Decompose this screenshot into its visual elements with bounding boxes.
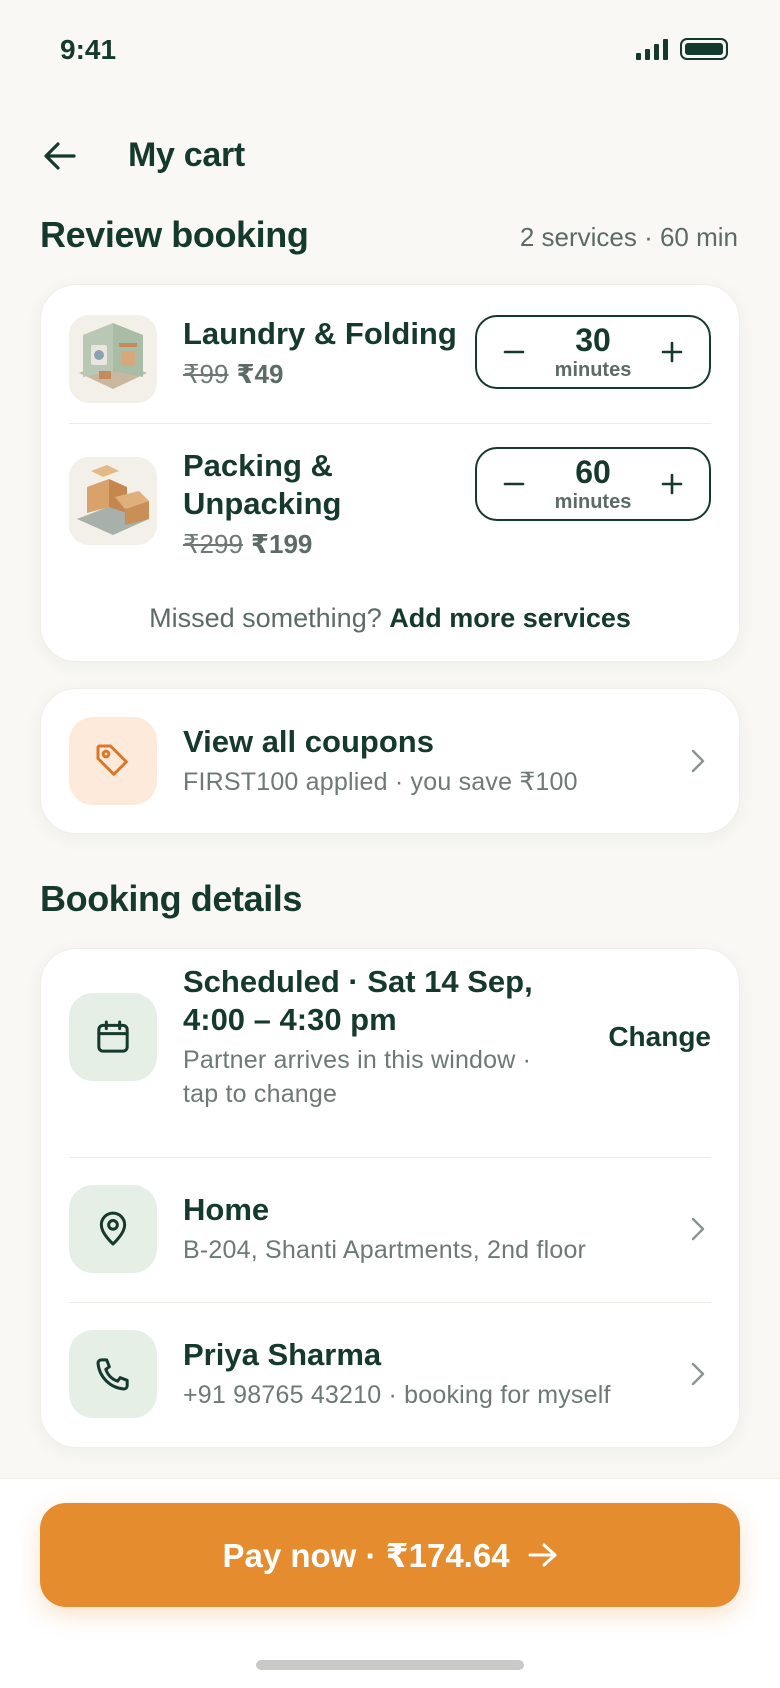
review-summary: 2 services · 60 min [519,222,738,252]
duration-unit: minutes [554,359,632,381]
battery-icon [680,38,728,60]
service-name: Laundry & Folding [183,316,457,351]
details-section-title: Booking details [40,878,303,919]
chevron-right-icon [685,1361,711,1387]
address-row[interactable]: Home B-204, Shanti Apartments, 2nd floor [69,1185,711,1273]
calendar-icon [97,1020,129,1053]
coupon-tile [69,717,157,805]
minus-icon [503,350,525,354]
coupon-status: FIRST100 applied · you save ₹100 [183,768,578,796]
minus-icon [503,482,525,486]
service-item: Laundry & Folding ₹99 ₹49 30 minutes [69,315,711,403]
contact-subtitle: +91 98765 43210 · booking for myself [183,1381,611,1409]
arrow-right-icon [528,1543,557,1567]
arrow-left-icon [44,142,76,170]
coupons-title: View all coupons [183,724,434,759]
divider [69,423,711,424]
decrease-button[interactable] [499,469,529,499]
laundry-thumbnail [69,315,157,403]
add-more-prompt: Missed something? Add more services [41,603,739,634]
discounted-price: ₹199 [250,529,313,559]
contact-tile [69,1330,157,1418]
home-indicator [256,1660,524,1670]
service-item: Packing & Unpacking ₹299 ₹199 60 minutes [69,447,711,560]
chevron-right-icon [685,748,711,774]
pay-now-label: Pay now · ₹174.64 [222,1536,510,1574]
pay-now-button[interactable]: Pay now · ₹174.64 [40,1503,740,1607]
plus-icon [661,341,683,363]
change-schedule-button[interactable]: Change [608,1021,711,1053]
contact-name: Priya Sharma [183,1337,382,1372]
chevron-right-icon [685,1216,711,1242]
duration-unit: minutes [554,491,632,513]
review-section-title: Review booking [40,214,309,255]
service-price: ₹299 ₹199 [183,529,475,560]
service-price: ₹99 ₹49 [183,359,475,390]
original-price: ₹99 [183,359,229,389]
original-price: ₹299 [183,529,243,559]
decrease-button[interactable] [499,337,529,367]
status-time: 9:41 [60,34,117,65]
service-name: Packing & Unpacking [183,448,342,521]
address-label: Home [183,1192,270,1227]
packing-thumbnail [69,457,157,545]
schedule-row: Scheduled · Sat 14 Sep, 4:00 – 4:30 pm P… [69,964,711,1108]
discounted-price: ₹49 [236,359,284,389]
divider [69,1157,711,1158]
tag-icon [96,744,128,776]
duration-value: 30 [575,322,611,358]
services-card: Laundry & Folding ₹99 ₹49 30 minutes Pac… [40,284,740,662]
signal-icon [636,38,668,60]
contact-row[interactable]: Priya Sharma +91 98765 43210 · booking f… [69,1330,711,1418]
add-more-prefix: Missed something? [149,603,382,633]
phone-icon [96,1358,129,1391]
status-icons [636,38,728,60]
back-button[interactable] [40,136,80,176]
duration-stepper: 60 minutes [475,447,711,521]
increase-button[interactable] [657,469,687,499]
increase-button[interactable] [657,337,687,367]
add-more-services-link[interactable]: Add more services [389,603,631,633]
booking-details-card: Scheduled · Sat 14 Sep, 4:00 – 4:30 pm P… [40,948,740,1448]
schedule-title: Scheduled · Sat 14 Sep, 4:00 – 4:30 pm [183,964,533,1037]
address-text: B-204, Shanti Apartments, 2nd floor [183,1236,587,1264]
divider [69,1302,711,1303]
schedule-subtitle: Partner arrives in this window · tap to … [183,1046,532,1108]
duration-value: 60 [575,454,611,490]
plus-icon [661,473,683,495]
duration-stepper: 30 minutes [475,315,711,389]
schedule-tile [69,993,157,1081]
page-title: My cart [128,136,245,174]
location-pin-icon [99,1211,127,1246]
coupons-card[interactable]: View all coupons FIRST100 applied · you … [40,688,740,834]
address-tile [69,1185,157,1273]
